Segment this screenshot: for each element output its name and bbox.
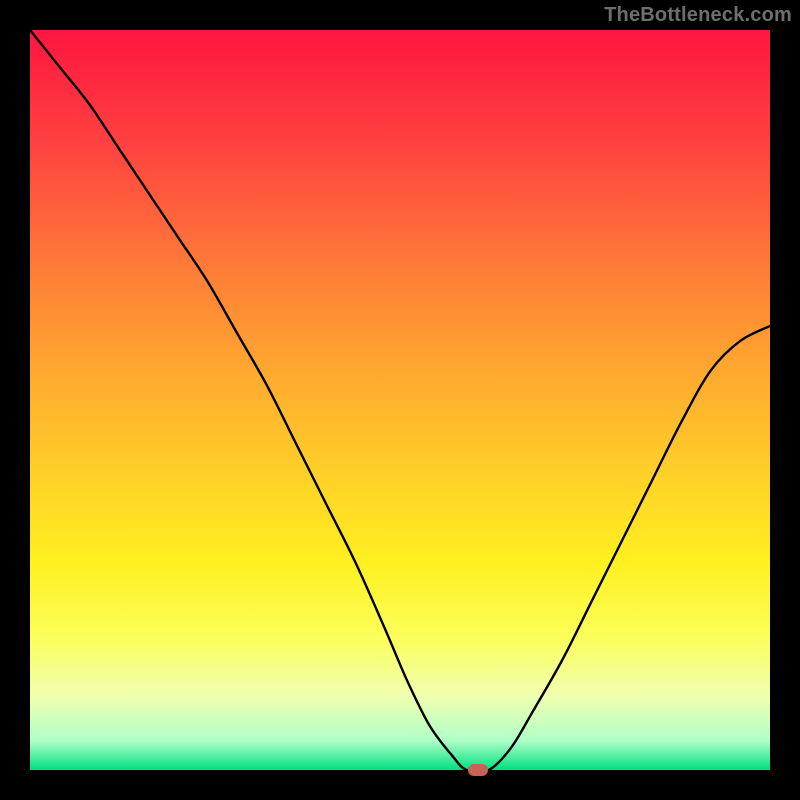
watermark-text: TheBottleneck.com — [604, 4, 792, 27]
optimal-marker — [468, 764, 488, 776]
bottleneck-curve — [30, 30, 770, 770]
plot-area — [30, 30, 770, 770]
chart-stage: TheBottleneck.com — [0, 0, 800, 800]
